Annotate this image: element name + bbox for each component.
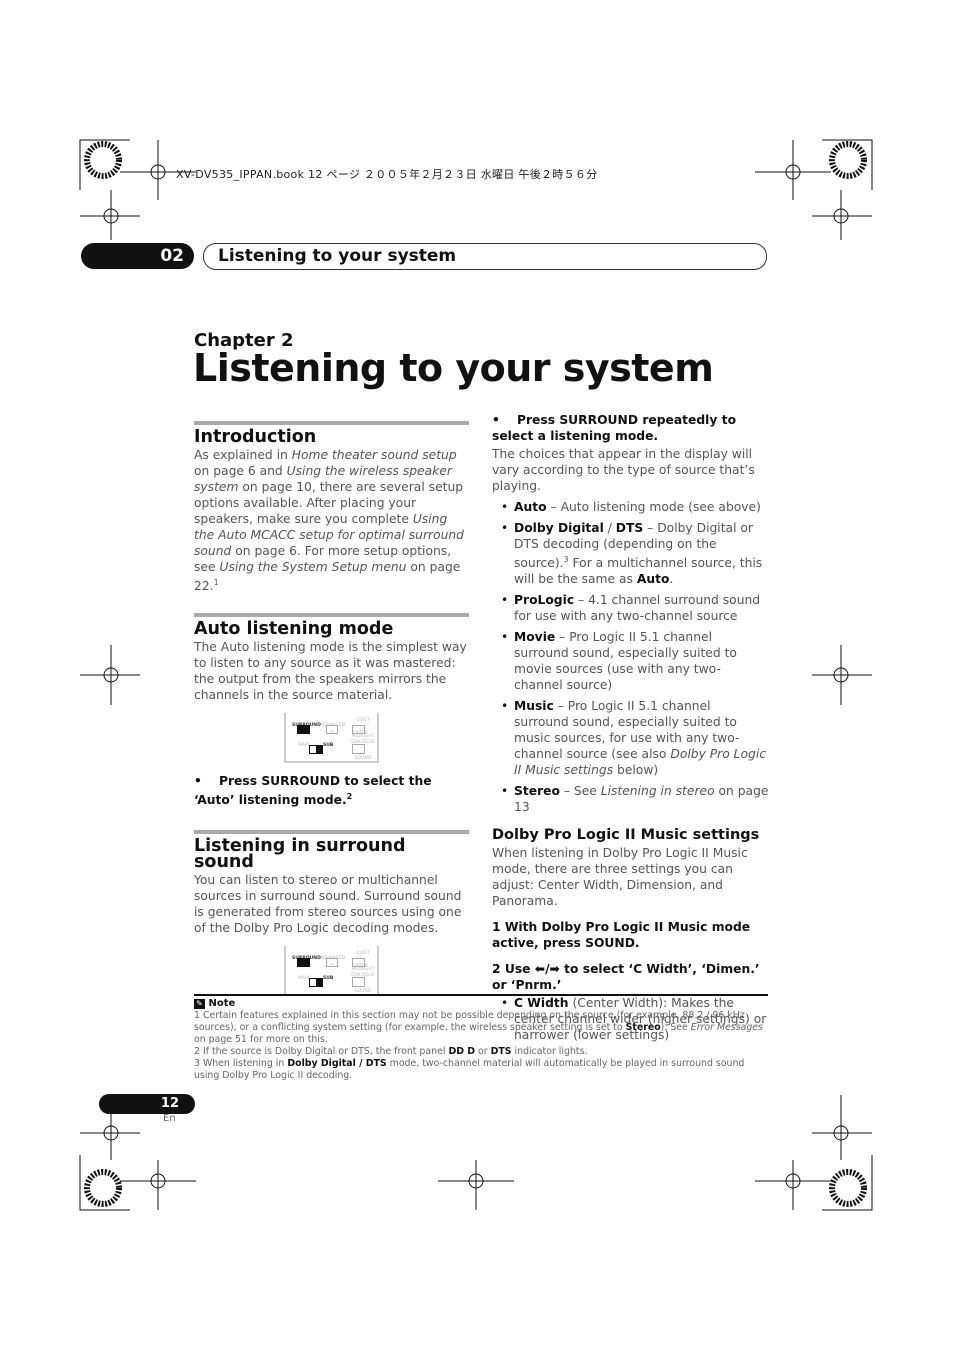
list-item: Music – Pro Logic II 5.1 channel surroun… [501, 698, 769, 778]
remote-illustration: SURROUND ADVANCED D QUIET MIDNIGHT ENTER… [284, 713, 379, 764]
modes-intro: The choices that appear in the display w… [492, 447, 755, 493]
pencil-icon: ✎ [194, 999, 205, 1009]
surround-step: • Press SURROUND repeatedly to select a … [492, 413, 737, 443]
list-item: Dolby Digital / DTS – Dolby Digital or D… [501, 520, 769, 587]
left-column: Introduction As explained in Home theate… [194, 421, 469, 1006]
list-item: Movie – Pro Logic II 5.1 channel surroun… [501, 629, 769, 693]
page-number: 12 [99, 1094, 195, 1114]
plii-heading: Dolby Pro Logic II Music settings [492, 827, 760, 844]
note-heading: ✎ Note [194, 998, 768, 1010]
surround-text: You can listen to stereo or multichannel… [194, 873, 462, 936]
footnote-3: 3 When listening in Dolby Digital / DTS … [194, 1058, 745, 1081]
auto-heading: Auto listening mode [194, 613, 469, 638]
chapter-tab-title: Listening to your system [203, 243, 767, 270]
modes-list: Auto – Auto listening mode (see above) D… [492, 499, 769, 815]
intro-heading: Introduction [194, 421, 469, 446]
intro-text: As explained in Home theater sound setup… [194, 448, 464, 594]
remote-illustration-2: SURROUND ADVANCED D QUIET MIDNIGHT ENTER… [284, 946, 379, 997]
chapter-tab-number: 02 [81, 243, 194, 269]
plii-text: When listening in Dolby Pro Logic II Mus… [492, 846, 748, 909]
plii-step-1: 1 With Dolby Pro Logic II Music mode act… [492, 920, 751, 951]
list-item: Stereo – See Listening in stereo on page… [501, 783, 769, 815]
plii-step-2: 2 Use ⬅/➡ to select ‘C Width’, ‘Dimen.’ … [492, 962, 760, 993]
footnotes: ✎ Note 1 Certain features explained in t… [194, 994, 768, 1082]
crop-marks [79, 139, 873, 1211]
footnote-1: 1 Certain features explained in this sec… [194, 1010, 763, 1045]
print-header: XV-DV535_IPPAN.book 12 ページ ２００５年２月２３日 水曜… [176, 168, 598, 181]
auto-text: The Auto listening mode is the simplest … [194, 640, 467, 703]
list-item: ProLogic – 4.1 channel surround sound fo… [501, 592, 769, 624]
auto-step: • Press SURROUND to select the ‘Auto’ li… [194, 774, 432, 808]
right-column: • Press SURROUND repeatedly to select a … [492, 412, 769, 1048]
surround-heading: Listening in surround sound [194, 830, 469, 871]
list-item: Auto – Auto listening mode (see above) [501, 499, 769, 515]
footnote-2: 2 If the source is Dolby Digital or DTS,… [194, 1046, 588, 1057]
page-language: En [163, 1113, 176, 1124]
page-title: Listening to your system [193, 346, 714, 390]
